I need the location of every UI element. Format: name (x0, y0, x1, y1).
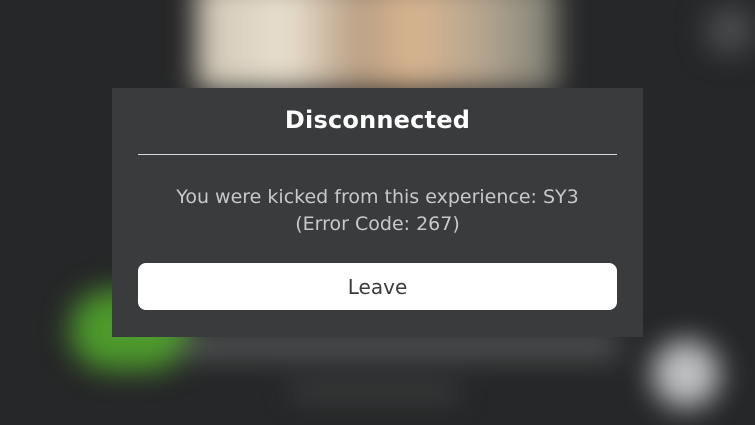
dialog-message: You were kicked from this experience: SY… (112, 184, 643, 238)
disconnected-dialog: Disconnected You were kicked from this e… (112, 88, 643, 337)
kick-reason-text: You were kicked from this experience: SY… (176, 186, 579, 208)
game-screen: Disconnected You were kicked from this e… (0, 0, 755, 425)
dialog-title: Disconnected (284, 106, 471, 134)
leave-button[interactable]: Leave (138, 263, 617, 310)
background-scene (196, 0, 558, 90)
background-action-button (652, 340, 720, 408)
background-menu-icon (705, 5, 755, 55)
background-blurred-subtext (290, 385, 460, 399)
error-code-text: (Error Code: 267) (295, 213, 460, 235)
background-blurred-text (180, 335, 620, 357)
dialog-divider (138, 154, 617, 155)
